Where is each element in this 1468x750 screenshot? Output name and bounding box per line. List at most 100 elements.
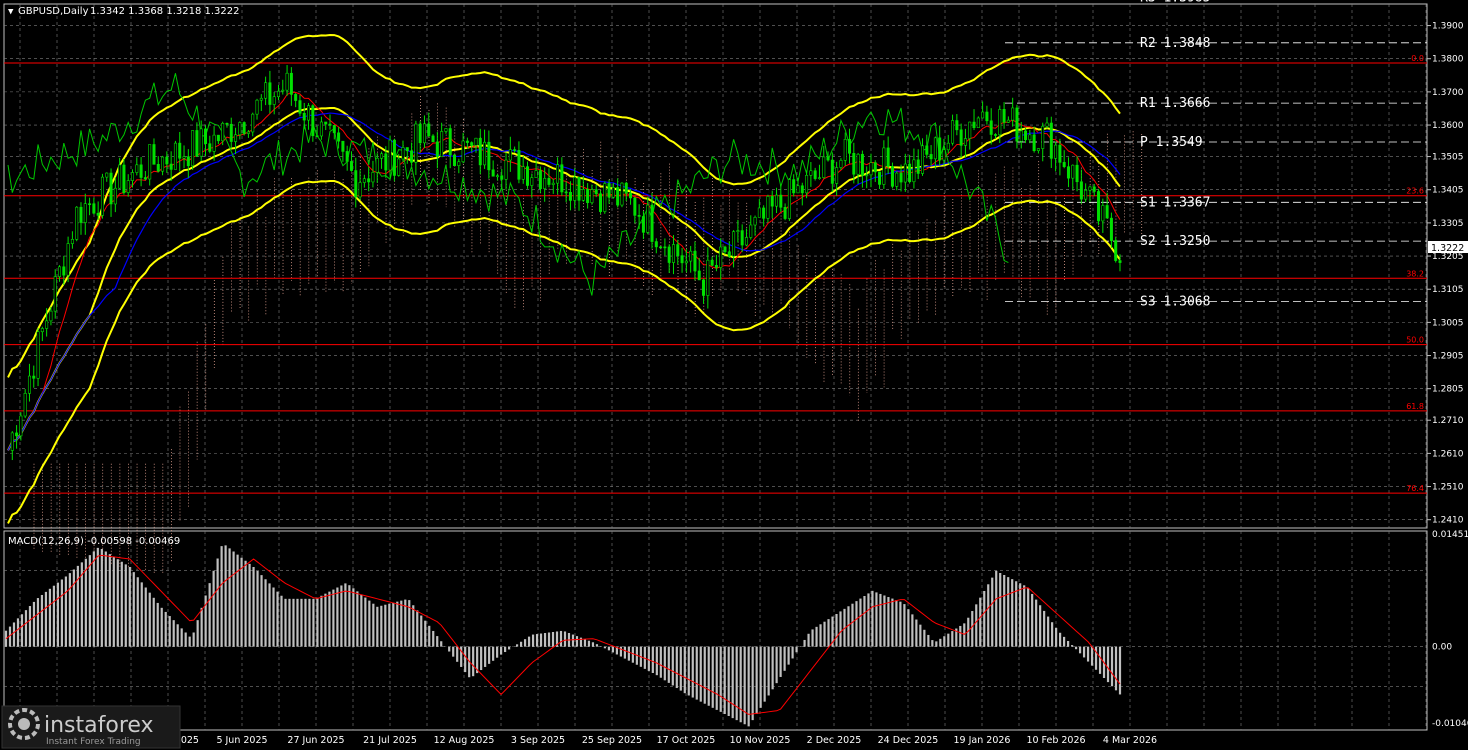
candle-body [590, 189, 594, 203]
candle-body [448, 128, 452, 156]
candle-body [641, 216, 645, 233]
candle-body [629, 192, 633, 199]
candle-body [259, 97, 263, 101]
symbol-arrow-icon[interactable]: ▼ [8, 7, 14, 17]
candle-body [908, 163, 912, 183]
candle-body [899, 172, 903, 183]
candle-body [328, 123, 332, 126]
candle-body [483, 141, 487, 166]
candle-body [100, 176, 104, 216]
candle-body [770, 196, 774, 207]
macd-tick-label: 0.00 [1432, 643, 1452, 653]
candle-body [530, 177, 534, 186]
candle-body [79, 206, 83, 223]
candle-body [963, 138, 967, 146]
candle-body [654, 241, 658, 248]
candle-body [839, 160, 843, 168]
candle-body [268, 82, 272, 105]
candle-body [689, 250, 693, 262]
candle-body [500, 175, 504, 180]
candle-body [88, 203, 92, 205]
candle-body [1114, 240, 1118, 261]
date-label: 3 Sep 2025 [511, 735, 565, 746]
candle-body [362, 178, 366, 183]
candle-body [513, 149, 517, 151]
candle-body [478, 137, 482, 166]
candle-body [792, 179, 796, 194]
candle-body [225, 123, 229, 125]
candle-body [410, 150, 414, 163]
candle-body [487, 141, 491, 171]
candle-body [122, 164, 126, 193]
candle-body [860, 153, 864, 176]
candle-body [1024, 130, 1028, 141]
candle-body [744, 237, 748, 246]
candle-body [659, 246, 663, 249]
fib-label: 61.8 [1406, 402, 1424, 411]
candle-body [938, 137, 942, 161]
candle-body [161, 156, 165, 172]
candle-body [83, 203, 87, 223]
candle-body [1105, 205, 1109, 219]
candle-body [916, 159, 920, 174]
candle-body [594, 189, 598, 195]
candle-body [49, 310, 53, 322]
price-tick-label: 1.3505 [1432, 153, 1464, 163]
candle-body [75, 206, 79, 240]
price-chart[interactable]: 0.0 23.6 38.2 50.0 61.8 76.4 R3 1.3985 R2 1.38… [0, 0, 1468, 750]
candle-body [66, 243, 70, 276]
candle-body [538, 170, 542, 190]
candle-body [946, 142, 950, 151]
date-label: 2 Dec 2025 [807, 735, 862, 746]
date-label: 27 Jun 2025 [287, 735, 344, 746]
pivot-label: R2 1.3848 [1140, 36, 1210, 51]
candle-body [556, 164, 560, 184]
date-label: 17 Oct 2025 [657, 735, 716, 746]
candle-body [242, 122, 246, 134]
candle-body [873, 162, 877, 173]
candle-body [1019, 130, 1023, 142]
candle-body [405, 147, 409, 152]
candle-body [139, 164, 143, 178]
candle-body [719, 246, 723, 268]
candle-body [246, 131, 250, 134]
candle-body [890, 166, 894, 187]
ohlc-label: 1.3342 1.3368 1.3218 1.3222 [90, 6, 240, 17]
pivot-label: P 1.3549 [1140, 135, 1203, 150]
candle-body [191, 130, 195, 167]
candle-body [40, 328, 44, 333]
candle-body [1028, 134, 1032, 141]
candle-body [813, 170, 817, 179]
candle-body [169, 163, 173, 170]
candle-body [62, 266, 66, 276]
candle-body [573, 176, 577, 201]
candle-body [796, 185, 800, 194]
fib-label: 76.4 [1406, 484, 1424, 493]
candle-body [165, 156, 169, 165]
candle-body [650, 204, 654, 242]
date-label: 5 Jun 2025 [216, 735, 267, 746]
candle-body [925, 145, 929, 155]
candle-body [10, 432, 14, 451]
candle-body [534, 170, 538, 178]
candle-body [968, 121, 972, 139]
candle-body [234, 134, 238, 142]
candle-body [826, 156, 830, 161]
candle-body [835, 167, 839, 184]
date-label: 10 Feb 2026 [1026, 735, 1085, 746]
candle-body [1049, 122, 1053, 159]
price-tick-label: 1.3005 [1432, 318, 1464, 328]
candle-body [521, 166, 525, 180]
candle-body [272, 96, 276, 105]
candle-body [1045, 122, 1049, 127]
candle-body [848, 139, 852, 154]
candle-body [732, 231, 736, 257]
candle-body [504, 159, 508, 180]
candle-body [109, 172, 113, 205]
candle-body [143, 177, 147, 180]
current-price-label: 1.3222 [1431, 243, 1464, 254]
logo-tagline: Instant Forex Trading [46, 737, 141, 747]
candle-body [470, 142, 474, 146]
fib-label: 38.2 [1406, 269, 1424, 278]
candle-body [976, 117, 980, 129]
